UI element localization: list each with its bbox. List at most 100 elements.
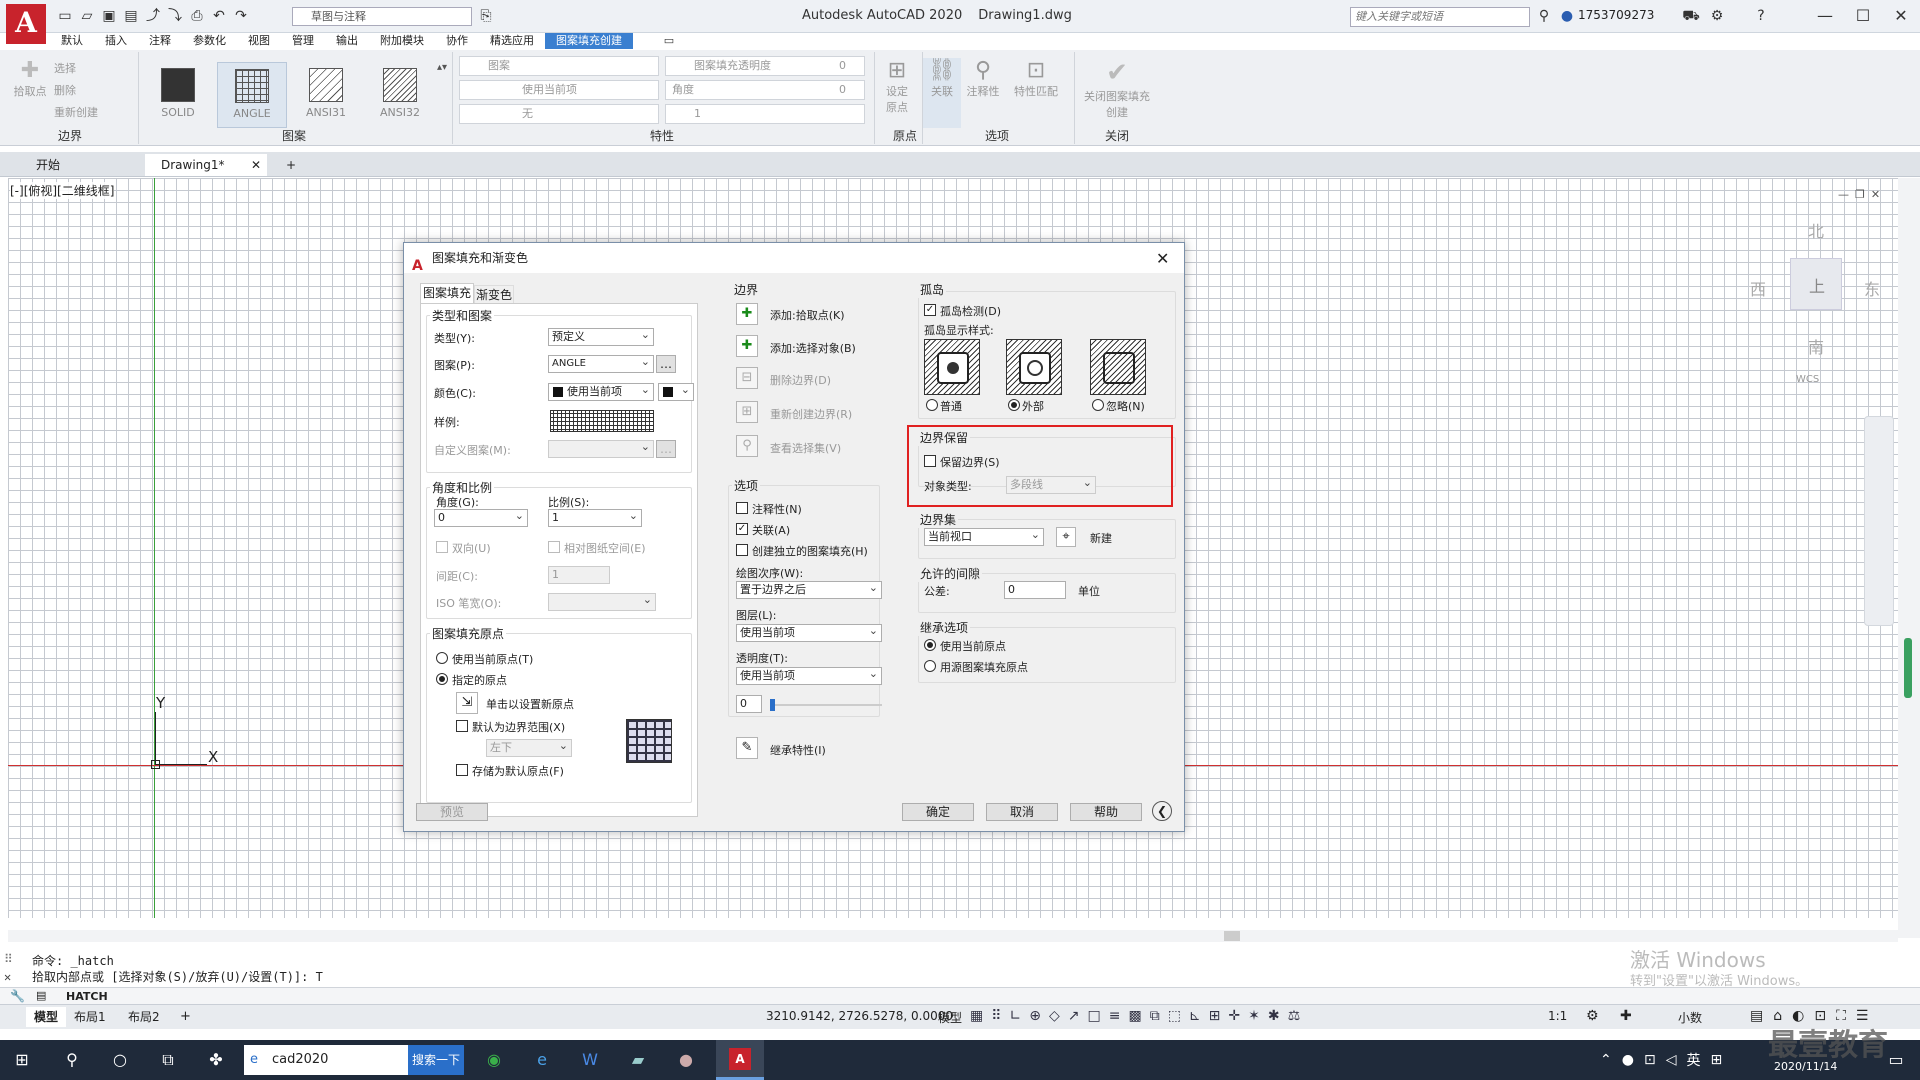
angle-select[interactable]: 0 <box>434 508 528 527</box>
command-menu-icon[interactable]: ▤ <box>36 989 46 1002</box>
add-pick-points-label[interactable]: 添加:拾取点(K) <box>770 307 845 323</box>
extent-position-select[interactable]: 左下 <box>486 738 572 757</box>
maximize-icon[interactable]: ☐ <box>1848 4 1878 28</box>
save-as-icon[interactable]: ▤ <box>122 7 140 25</box>
properties-panel-title[interactable]: 特性 <box>453 127 871 144</box>
horizontal-scroll-thumb[interactable] <box>1224 931 1240 941</box>
coordinates-display[interactable]: 3210.9142, 2726.5278, 0.0000 <box>766 1009 953 1023</box>
viewcube-west[interactable]: 西 <box>1750 276 1766 300</box>
workspace-gear-icon[interactable]: ⚙ <box>1586 1008 1599 1024</box>
custom-pattern-select[interactable] <box>548 439 654 458</box>
transparency-value-input[interactable]: 0 <box>736 695 762 713</box>
background-color-select[interactable]: 无 <box>459 104 659 124</box>
inherit-properties-label[interactable]: 继承特性(I) <box>770 742 826 758</box>
help-button[interactable]: 帮助 <box>1070 803 1142 821</box>
click-set-origin-label[interactable]: 单击以设置新原点 <box>486 696 574 712</box>
pattern-ansi31[interactable]: ANSI31 <box>291 62 361 128</box>
binoculars-icon[interactable]: ⚲ <box>1535 7 1553 25</box>
tab-featured[interactable]: 精选应用 <box>479 33 545 49</box>
tab-layout2[interactable]: 布局2 <box>128 1007 160 1027</box>
island-ignore-radio[interactable] <box>1092 399 1104 411</box>
remove-boundaries-label[interactable]: 删除边界(D) <box>770 372 831 388</box>
pattern-angle[interactable]: ANGLE <box>217 62 287 128</box>
command-close-icon[interactable]: ✕ <box>4 970 11 984</box>
vertical-scroll-thumb[interactable] <box>1904 638 1912 698</box>
layer-select[interactable]: 使用当前项 <box>736 623 882 642</box>
pattern-ansi32[interactable]: ANSI32 <box>365 62 435 128</box>
pattern-browse-button[interactable]: … <box>656 355 676 373</box>
navigation-bar[interactable] <box>1864 416 1894 626</box>
pattern-solid[interactable]: SOLID <box>143 62 213 128</box>
inherit-source-origin-radio[interactable] <box>924 660 936 672</box>
remove-boundary-button[interactable]: 删除 <box>54 82 76 98</box>
tab-parametric[interactable]: 参数化 <box>182 33 237 49</box>
inherit-properties-icon[interactable]: ✎ <box>736 737 758 759</box>
tab-insert[interactable]: 插入 <box>94 33 138 49</box>
pick-points-button[interactable]: ✚ 拾取点 <box>10 58 50 99</box>
close-tab-icon[interactable]: ✕ <box>251 154 261 176</box>
ribbon-toggle-icon[interactable]: ▭ <box>660 32 678 50</box>
undo-icon[interactable]: ↶ <box>210 7 228 25</box>
tolerance-input[interactable]: 0 <box>1004 581 1066 599</box>
associative-button[interactable]: ⛓ 关联 <box>923 58 961 128</box>
remove-boundaries-icon[interactable]: ⊟ <box>736 367 758 389</box>
close-hatch-creation-button[interactable]: ✔ 关闭图案填充创建 <box>1079 58 1155 120</box>
windows-start-icon[interactable]: ⊞ <box>10 1048 34 1072</box>
island-normal-radio[interactable] <box>926 399 938 411</box>
annotation-scale-select[interactable]: 1:1 <box>1548 1009 1567 1023</box>
viewcube-north[interactable]: 北 <box>1808 218 1824 242</box>
edge-icon[interactable]: e <box>530 1048 554 1072</box>
view-selection-icon[interactable]: ⚲ <box>736 435 758 457</box>
tab-output[interactable]: 输出 <box>325 33 369 49</box>
model-space-toggle[interactable]: 模型 <box>938 1009 962 1026</box>
island-outer-icon[interactable] <box>1006 339 1062 395</box>
help-icon[interactable]: ? <box>1752 7 1770 25</box>
save-web-icon[interactable]: ⤵ <box>166 7 184 25</box>
user-icon[interactable]: ● <box>1558 7 1576 25</box>
taskbar-search-button[interactable]: 搜索一下 <box>408 1045 464 1075</box>
select-boundary-button[interactable]: 选择 <box>54 60 76 76</box>
angle-field[interactable]: 角度 0 <box>665 80 865 100</box>
match-properties-button[interactable]: ⊡ 特性匹配 <box>1007 58 1065 99</box>
spacing-input[interactable]: 1 <box>548 566 610 584</box>
default-extents-checkbox[interactable] <box>456 720 468 732</box>
autocad-taskbar-button[interactable]: A <box>716 1040 764 1080</box>
recreate-boundary-icon[interactable]: ⊞ <box>736 401 758 423</box>
share-icon[interactable]: ⎘ <box>477 7 495 25</box>
command-input-bar[interactable]: 🔧 ▤ HATCH <box>0 987 1920 1005</box>
viewcube-south[interactable]: 南 <box>1808 334 1824 358</box>
inherit-current-origin-radio[interactable] <box>924 639 936 651</box>
polar-icon[interactable]: ⊕ <box>1029 1008 1041 1024</box>
tab-model[interactable]: 模型 <box>26 1007 66 1027</box>
plot-icon[interactable]: ⎙ <box>188 7 206 25</box>
ime-indicator[interactable]: 英 <box>1686 1050 1700 1070</box>
object-snap-tracking-icon[interactable]: ↗ <box>1068 1008 1080 1024</box>
add-select-objects-icon[interactable]: ✚ <box>736 335 758 357</box>
transparency-slider-thumb[interactable] <box>770 699 775 711</box>
viewport-restore-icon[interactable]: ❐ <box>1855 188 1865 201</box>
hatch-type-select[interactable]: 图案 <box>459 56 659 76</box>
tab-layout1[interactable]: 布局1 <box>74 1007 106 1027</box>
wrench-icon[interactable]: 🔧 <box>10 989 25 1003</box>
options-panel-title[interactable]: 选项 <box>923 127 1071 144</box>
media-app-icon[interactable]: ● <box>674 1048 698 1072</box>
boundary-panel-title[interactable]: 边界 <box>8 127 132 144</box>
scale-field[interactable]: 1 <box>665 104 865 124</box>
transparency-select[interactable]: 使用当前项 <box>736 666 882 685</box>
draw-order-select[interactable]: 置于边界之后 <box>736 580 882 599</box>
custom-browse-button[interactable]: … <box>656 440 676 458</box>
dialog-close-icon[interactable]: ✕ <box>1156 249 1169 268</box>
tab-start[interactable]: 开始 <box>20 154 130 176</box>
view-selection-label[interactable]: 查看选择集(V) <box>770 440 841 456</box>
tab-view[interactable]: 视图 <box>237 33 281 49</box>
open-file-icon[interactable]: ▱ <box>78 7 96 25</box>
specified-origin-radio[interactable] <box>436 673 448 685</box>
minimize-icon[interactable]: — <box>1810 4 1840 28</box>
preview-button[interactable]: 预览 <box>416 803 488 821</box>
relative-paper-checkbox[interactable] <box>548 541 560 553</box>
cancel-button[interactable]: 取消 <box>986 803 1058 821</box>
set-origin-pick-icon[interactable]: ⇲ <box>456 692 478 714</box>
tab-addins[interactable]: 附加模块 <box>369 33 435 49</box>
iso-pen-select[interactable] <box>548 592 656 611</box>
tab-drawing1[interactable]: Drawing1* ✕ <box>145 154 267 176</box>
